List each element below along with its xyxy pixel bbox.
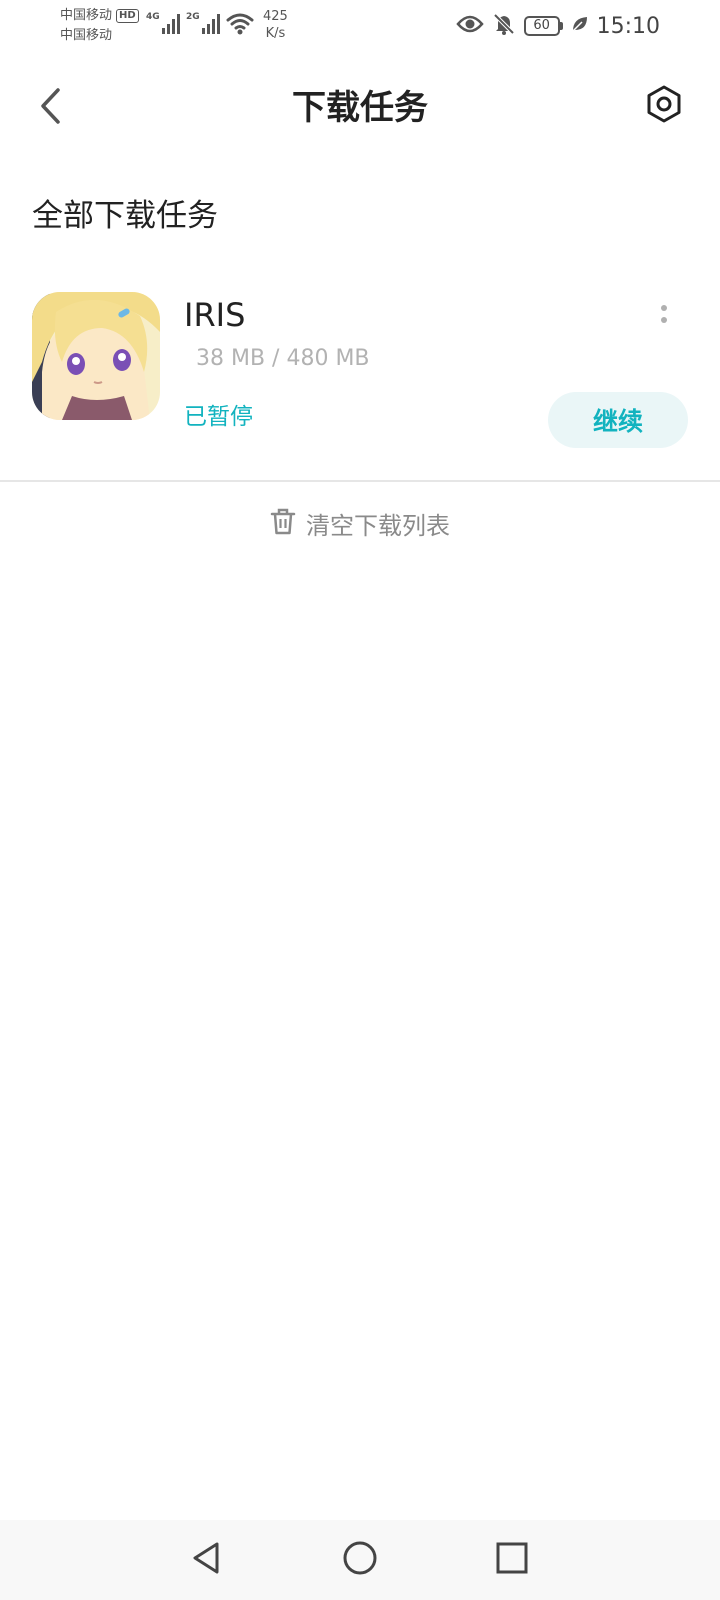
speed-value: 425 bbox=[263, 9, 288, 24]
resume-button[interactable]: 继续 bbox=[548, 392, 688, 448]
anime-girl-app-icon bbox=[32, 292, 160, 420]
network-speed: 425 K/s bbox=[263, 8, 288, 42]
eye-icon bbox=[455, 14, 484, 38]
more-dot bbox=[661, 317, 667, 323]
more-options-button[interactable] bbox=[652, 294, 676, 334]
download-size: 38 MB / 480 MB bbox=[196, 346, 370, 371]
network-2-label: 2G bbox=[186, 12, 200, 22]
carrier-info: 中国移动 HD 中国移动 bbox=[60, 6, 139, 46]
hexagon-settings-icon bbox=[644, 84, 684, 128]
page-title: 下载任务 bbox=[292, 88, 428, 128]
trash-icon bbox=[270, 508, 296, 540]
signal-2-icon: 2G bbox=[186, 12, 220, 34]
more-dot bbox=[661, 305, 667, 311]
settings-button[interactable] bbox=[640, 82, 688, 130]
section-title: 全部下载任务 bbox=[32, 198, 218, 234]
clear-download-list-button[interactable]: 清空下载列表 bbox=[0, 506, 720, 541]
network-1-label: 4G bbox=[146, 12, 160, 22]
battery-level: 60 bbox=[523, 16, 560, 36]
divider bbox=[0, 480, 720, 482]
home-circle-icon bbox=[342, 1540, 378, 1580]
speed-unit: K/s bbox=[265, 26, 286, 41]
clock: 15:10 bbox=[596, 13, 660, 39]
carrier-1-label: 中国移动 bbox=[60, 8, 113, 23]
download-task-item[interactable]: IRIS 38 MB / 480 MB 已暂停 继续 bbox=[0, 270, 720, 470]
signal-1-icon: 4G bbox=[146, 12, 180, 34]
status-bar: 中国移动 HD 中国移动 4G 2G 425 K/s 60 15:10 bbox=[0, 0, 720, 52]
app-header: 下载任务 bbox=[0, 62, 720, 152]
system-nav-bar bbox=[0, 1520, 720, 1600]
leaf-icon bbox=[571, 15, 589, 37]
download-status: 已暂停 bbox=[184, 404, 253, 430]
app-name: IRIS bbox=[184, 296, 246, 334]
clear-download-list-label: 清空下载列表 bbox=[306, 512, 450, 540]
wifi-icon bbox=[226, 12, 254, 40]
battery-icon: 60 bbox=[523, 16, 563, 36]
nav-back-button[interactable] bbox=[184, 1538, 228, 1582]
hd-badge: HD bbox=[116, 9, 139, 23]
bell-off-icon bbox=[492, 12, 516, 40]
carrier-2-label: 中国移动 bbox=[60, 28, 113, 43]
back-triangle-icon bbox=[188, 1540, 224, 1580]
nav-recents-button[interactable] bbox=[490, 1538, 534, 1582]
nav-home-button[interactable] bbox=[338, 1538, 382, 1582]
recents-square-icon bbox=[494, 1540, 530, 1580]
